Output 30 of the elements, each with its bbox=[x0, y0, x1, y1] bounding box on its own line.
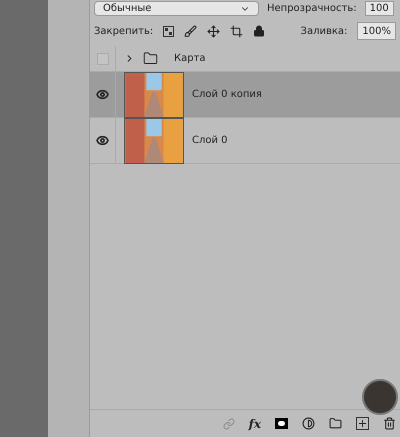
folder-icon bbox=[143, 51, 158, 66]
fill-label: Заливка: bbox=[300, 24, 348, 38]
visibility-eye-icon[interactable] bbox=[96, 134, 109, 147]
trash-icon[interactable] bbox=[383, 417, 396, 430]
webcam-overlay bbox=[362, 379, 398, 415]
layer-group-row[interactable]: Карта bbox=[90, 46, 400, 72]
opacity-field[interactable]: 100 bbox=[364, 1, 394, 16]
layer-name: Слой 0 копия bbox=[192, 88, 262, 102]
layer-name: Карта bbox=[174, 52, 206, 66]
add-mask-button[interactable] bbox=[275, 418, 288, 429]
new-group-icon[interactable] bbox=[329, 417, 342, 430]
lock-icon[interactable] bbox=[253, 25, 266, 37]
visibility-toggle[interactable] bbox=[96, 52, 108, 64]
brush-icon[interactable] bbox=[184, 24, 198, 38]
fill-field[interactable]: 100% bbox=[357, 22, 396, 40]
layer-row[interactable]: Слой 0 копия bbox=[90, 72, 400, 118]
fx-button[interactable]: fx bbox=[248, 414, 261, 432]
layer-row[interactable]: Слой 0 bbox=[90, 118, 400, 164]
layer-name: Слой 0 bbox=[192, 134, 228, 148]
street-photo-thumbnail bbox=[124, 118, 184, 164]
street-photo-thumbnail bbox=[124, 72, 184, 118]
lock-label: Закрепить: bbox=[94, 24, 154, 38]
new-layer-icon[interactable] bbox=[356, 417, 369, 430]
opacity-label: Непрозрачность: bbox=[267, 2, 357, 16]
blend-mode-dropdown[interactable]: Обычные bbox=[94, 1, 259, 16]
adjustment-icon[interactable] bbox=[302, 417, 315, 430]
lock-pixels-icon[interactable] bbox=[163, 26, 174, 36]
move-icon[interactable] bbox=[207, 24, 220, 38]
visibility-eye-icon[interactable] bbox=[96, 88, 109, 101]
crop-icon[interactable] bbox=[230, 24, 244, 38]
